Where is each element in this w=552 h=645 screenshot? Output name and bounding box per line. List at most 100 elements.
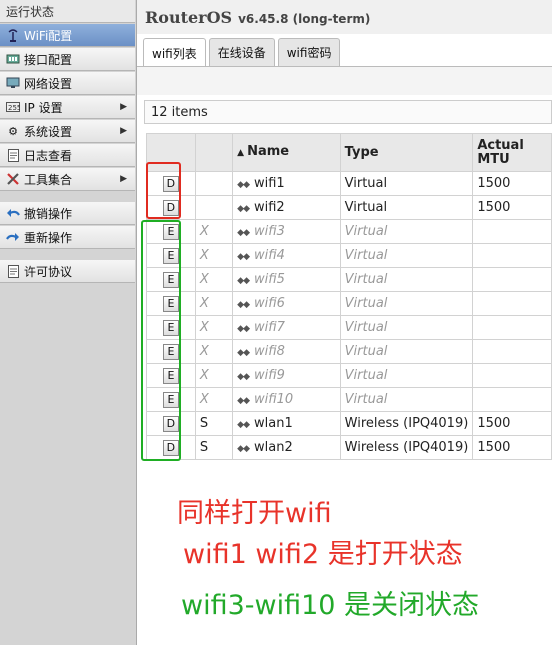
table-row[interactable]: E X ◆◆ wifi5 Virtual: [146, 267, 552, 292]
row-name: wifi4: [254, 248, 285, 263]
table-row[interactable]: E X ◆◆ wifi3 Virtual: [146, 219, 552, 244]
sidebar-item-label: 网络设置: [24, 76, 73, 91]
interface-icon: ◆◆: [237, 252, 250, 262]
sidebar-item-redo[interactable]: 重新操作: [0, 226, 135, 249]
interface-icon: ◆◆: [237, 420, 250, 430]
row-name: wifi5: [254, 272, 285, 287]
column-header-label: Actual MTU: [477, 137, 524, 167]
row-mtu: [472, 243, 552, 268]
table-row[interactable]: E X ◆◆ wifi8 Virtual: [146, 339, 552, 364]
row-type: Wireless (IPQ4019): [339, 435, 474, 460]
interface-icon: ◆◆: [237, 348, 250, 358]
row-mtu: [472, 315, 552, 340]
row-flag: X: [194, 243, 234, 268]
row-name: wifi2: [254, 200, 285, 215]
row-type: Virtual: [339, 387, 474, 412]
table-row[interactable]: E X ◆◆ wifi7 Virtual: [146, 315, 552, 340]
sidebar-item-label: 许可协议: [24, 264, 73, 279]
interface-icon: ◆◆: [237, 396, 250, 406]
interface-icon: ◆◆: [237, 372, 250, 382]
row-flag: X: [194, 219, 234, 244]
sidebar-item-label: WiFi配置: [24, 28, 73, 43]
tab-wifi-list[interactable]: wifi列表: [143, 38, 206, 67]
row-name-cell: ◆◆ wifi5: [232, 267, 341, 292]
table-row[interactable]: D S ◆◆ wlan1 Wireless (IPQ4019) 1500: [146, 411, 552, 436]
wifi-antenna-icon: [6, 28, 20, 42]
tab-wifi-password[interactable]: wifi密码: [277, 38, 341, 66]
tab-online-devices[interactable]: 在线设备: [208, 38, 275, 66]
interface-table: ▲ Name Type Actual MTU D ◆◆ wifi1 Virtual 150…: [146, 133, 552, 460]
submenu-arrow-icon: ▶: [120, 174, 127, 184]
table-row[interactable]: E X ◆◆ wifi4 Virtual: [146, 243, 552, 268]
item-count-label: 12 items: [151, 104, 208, 120]
row-name-cell: ◆◆ wifi8: [232, 339, 341, 364]
sidebar-item-label: 系统设置: [24, 124, 73, 139]
sidebar-item-wifi-config[interactable]: WiFi配置: [0, 24, 135, 47]
sidebar-item-tools[interactable]: 工具集合 ▶: [0, 168, 135, 191]
row-mtu: [472, 291, 552, 316]
sidebar-item-label: 运行状态: [6, 4, 55, 19]
column-header-type[interactable]: Type: [339, 133, 474, 172]
gear-icon: ⚙: [8, 124, 18, 138]
row-type: Virtual: [339, 339, 474, 364]
row-name-cell: ◆◆ wifi6: [232, 291, 341, 316]
sidebar-item-license[interactable]: 许可协议: [0, 260, 135, 283]
column-header-label: Name: [247, 144, 290, 159]
column-header-name[interactable]: ▲ Name: [232, 133, 341, 172]
tools-icon: [6, 172, 20, 186]
sort-ascending-icon: ▲: [237, 148, 245, 158]
sidebar-item-network-settings[interactable]: 网络设置: [0, 72, 135, 95]
row-name: wifi8: [254, 344, 285, 359]
row-name-cell: ◆◆ wlan2: [232, 435, 341, 460]
app-title: RouterOS: [145, 8, 233, 27]
row-flag: X: [194, 267, 234, 292]
sidebar-item-status[interactable]: 运行状态: [0, 0, 135, 23]
row-name-cell: ◆◆ wlan1: [232, 411, 341, 436]
row-mtu: [472, 267, 552, 292]
submenu-arrow-icon: ▶: [120, 102, 127, 112]
row-name: wlan1: [254, 416, 293, 431]
table-row[interactable]: D ◆◆ wifi2 Virtual 1500: [146, 195, 552, 220]
row-name-cell: ◆◆ wifi7: [232, 315, 341, 340]
interface-icon: ◆◆: [237, 324, 250, 334]
sidebar-item-system-settings[interactable]: ⚙ 系统设置 ▶: [0, 120, 135, 143]
row-name-cell: ◆◆ wifi10: [232, 387, 341, 412]
row-type: Wireless (IPQ4019): [339, 411, 474, 436]
table-row[interactable]: D S ◆◆ wlan2 Wireless (IPQ4019) 1500: [146, 435, 552, 460]
row-mtu: [472, 387, 552, 412]
annotation-text-2: wifi1 wifi2 是打开状态: [183, 539, 463, 570]
table-body: D ◆◆ wifi1 Virtual 1500 D ◆◆ wifi2 Virtual 1500 E X…: [146, 171, 552, 460]
sidebar-item-interface-config[interactable]: 接口配置: [0, 48, 135, 71]
submenu-arrow-icon: ▶: [120, 126, 127, 136]
tab-bar: wifi列表 在线设备 wifi密码: [143, 38, 341, 67]
column-header-flags: [194, 133, 234, 172]
toolbar: [137, 67, 552, 95]
table-row[interactable]: E X ◆◆ wifi10 Virtual: [146, 387, 552, 412]
sidebar-item-log-view[interactable]: 日志查看: [0, 144, 135, 167]
row-flag: X: [194, 339, 234, 364]
row-name: wifi7: [254, 320, 285, 335]
row-name: wifi10: [254, 392, 294, 407]
row-name: wifi6: [254, 296, 285, 311]
row-type: Virtual: [339, 171, 474, 196]
interface-icon: ◆◆: [237, 204, 250, 214]
table-row[interactable]: E X ◆◆ wifi6 Virtual: [146, 291, 552, 316]
row-type: Virtual: [339, 291, 474, 316]
row-type: Virtual: [339, 195, 474, 220]
row-name: wlan2: [254, 440, 293, 455]
column-header-mtu[interactable]: Actual MTU: [472, 133, 552, 172]
row-mtu: 1500: [472, 411, 552, 436]
row-mtu: 1500: [472, 171, 552, 196]
sidebar-item-undo[interactable]: 撤销操作: [0, 202, 135, 225]
sidebar-item-label: IP 设置: [24, 100, 63, 115]
row-name-cell: ◆◆ wifi4: [232, 243, 341, 268]
table-row[interactable]: E X ◆◆ wifi9 Virtual: [146, 363, 552, 388]
table-row[interactable]: D ◆◆ wifi1 Virtual 1500: [146, 171, 552, 196]
row-mtu: 1500: [472, 435, 552, 460]
row-type: Virtual: [339, 219, 474, 244]
row-name-cell: ◆◆ wifi1: [232, 171, 341, 196]
interface-icon: ◆◆: [237, 444, 250, 454]
item-count: 12 items: [144, 100, 552, 124]
row-type: Virtual: [339, 363, 474, 388]
sidebar-item-ip-settings[interactable]: 255 IP 设置 ▶: [0, 96, 135, 119]
